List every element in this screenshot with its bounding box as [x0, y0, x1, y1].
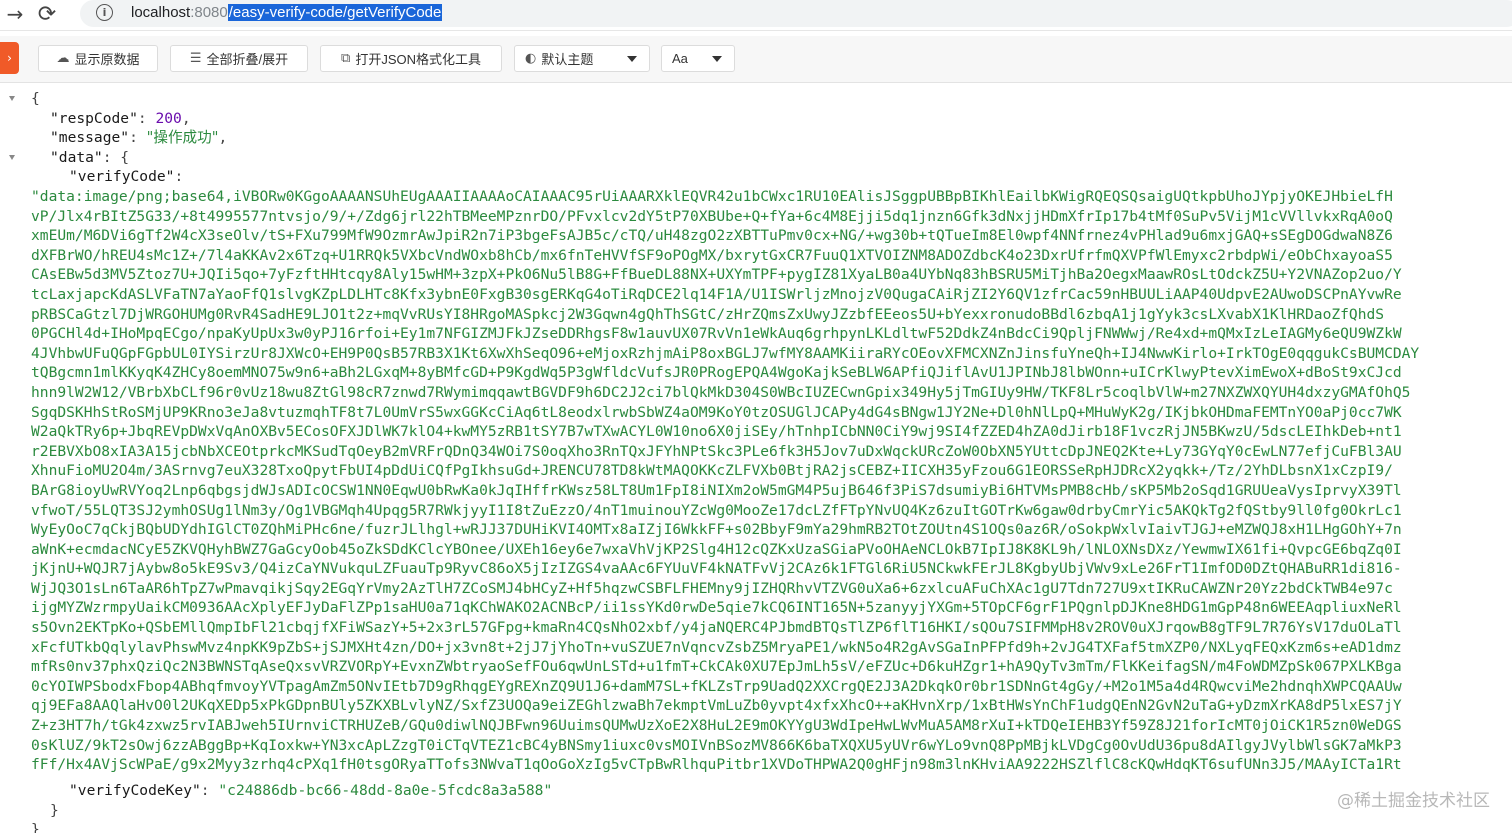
palette-icon: ◐ [525, 51, 537, 66]
base64-line: r2EBVXbO8xIA3A15jcbNbXCEOtprkcMKSudTqOey… [31, 442, 1402, 460]
json-line-respcode: "respCode": 200, [50, 110, 191, 127]
base64-line: vP/Jlx4rBItZ5G33/+8t4995577ntvsjo/9/+/Zd… [31, 207, 1393, 225]
base64-line: dXFBrWO/hREU4sMc1Z+/7l4aKKAv2x6Tzq+U1RRQ… [31, 246, 1393, 264]
value-verifycode: "data:image/png;base64,iVBORw0KGgoAAAANS… [31, 187, 1512, 794]
open-json-tool-label: 打开JSON格式化工具 [355, 52, 481, 67]
base64-line: mfRs0nv37phxQziQc2N3BWNSTqAseQxsvVRZVORp… [31, 658, 1402, 676]
json-line-verifycode: "verifyCode": [69, 168, 184, 185]
forward-arrow-icon[interactable]: → [2, 2, 28, 26]
base64-line: s5Ovn2EKTpKo+QSbEMllQmpIbFl21cbqjfXFiWSa… [31, 619, 1402, 637]
base64-line: qj9EFa8AAQlaHvO0l2UKqXEDp5xPkGDpnBUly5ZK… [31, 697, 1402, 715]
reload-icon[interactable]: ⟳ [34, 2, 60, 27]
base64-line: pRBSCaGtzl7DjWRGOHUMg0RvR4SadHE9LJO1t2z+… [31, 305, 1385, 323]
base64-line: 0PGCHl4d+IHoMpqECgo/npaKyUpUx3w0yPJ16rfo… [31, 325, 1402, 343]
base64-line: 0cYOIWPSbodxFbop4ABhqfmvoyYVTpagAmZm5ONv… [31, 677, 1402, 695]
base64-line: jKjnU+WQJR7jAybw8o5kE9Sv3/Q4izCaYNVukquL… [31, 560, 1402, 578]
font-size-select[interactable]: Aa [661, 45, 735, 72]
show-raw-button[interactable]: ☁ 显示原数据 [38, 45, 158, 72]
base64-line: hnn9lW2W12/VBrbXbCLf96r0vUz18wu8ZtGl98cR… [31, 383, 1411, 401]
base64-line: ijgMYZWzrmpyUaikCM0936AAcXplyEFJyDaFlZPp… [31, 599, 1402, 617]
value-message: "操作成功" [146, 129, 219, 146]
base64-line: xmEUm/M6DVi6gTf2W4cX3seOlv/tS+FXu799MfW9… [31, 227, 1393, 245]
base64-line: aWnK+ecmdacNCyE5ZKVQHyhBWZ7GaGcyOob45oZk… [31, 540, 1402, 558]
base64-line: 0sKlUZ/9kT2sOwj6zzABggBp+KqIoxkw+YN3xcAp… [31, 736, 1402, 754]
watermark: @稀土掘金技术社区 [1337, 791, 1490, 811]
chevron-down-icon [712, 56, 722, 62]
base64-line: tcLaxjapcKdASLVFaTN7aYaoFfQ1slvgKZpLDLHT… [31, 285, 1402, 303]
url-path-selected: /easy-verify-code/getVerifyCode [227, 4, 443, 21]
json-root-open: { [31, 90, 40, 107]
json-viewer-toolbar: › ☁ 显示原数据 ☰ 全部折叠/展开 ⧉ 打开JSON格式化工具 ◐ 默认主题… [0, 36, 1512, 83]
key-data: "data" [50, 149, 103, 166]
collapse-root-toggle-icon[interactable] [9, 96, 15, 101]
site-info-icon[interactable]: i [96, 4, 113, 21]
base64-line: BArG8ioyUwRVYoq2Lnp6qbgsjdWJsADIcOCSW1NN… [31, 481, 1402, 499]
open-json-tool-button[interactable]: ⧉ 打开JSON格式化工具 [320, 45, 502, 72]
base64-line: CAsEBw5d3MV5Ztoz7U+JQIi5qo+7yFzftHHtcqy8… [31, 266, 1402, 284]
base64-line: xFcfUTkbQqlylavPhswMvz4npKK9pZbS+jSJMXHt… [31, 638, 1402, 656]
json-viewer: { "respCode": 200, "message": "操作成功", "d… [0, 83, 1512, 833]
extension-logo-icon[interactable]: › [0, 42, 19, 74]
base64-line: fFf/Hx4AVjScWPaE/g9x2Myy3zrhq4cPXq1fH0ts… [31, 756, 1402, 774]
base64-line: W2aQkTRy6p+JbqREVpDWxVqAnOXBv5ECosOFXJDl… [31, 423, 1402, 441]
json-line-verifycodekey: "verifyCodeKey": "c24886db-bc66-48dd-8a0… [69, 782, 553, 799]
base64-line: 4JVhbwUFuQGpFGpbUL0IYSirzUr8JXWcO+EH9P0Q… [31, 344, 1420, 362]
value-respcode: 200 [155, 110, 182, 127]
base64-line: "data:image/png;base64,iVBORw0KGgoAAAANS… [31, 188, 1393, 205]
collapse-data-toggle-icon[interactable] [9, 155, 15, 160]
key-verifycodekey: "verifyCodeKey" [69, 782, 201, 799]
url-port: :8080 [190, 4, 228, 21]
url-text[interactable]: localhost:8080/easy-verify-code/getVerif… [131, 3, 443, 23]
base64-line: WjJQ3O1sLn6TaAR6hTpZ7wPmavqikjSqy2EGqYrV… [31, 579, 1393, 597]
json-line-data: "data": { [50, 149, 130, 166]
json-root-close: } [31, 821, 40, 833]
base64-line: Z+z3HT7h/tGk4zxwz5rvIABJweh5IUrnviCTRHUZ… [31, 717, 1402, 735]
key-verifycode: "verifyCode" [69, 168, 175, 185]
base64-line: vfwoT/55LQT3SJ2ymhOSUg1lNm3y/Og1VBGMqh4U… [31, 501, 1402, 519]
base64-line: XhnuFioMU2O4m/3ASrnvg7euX328TxoQpytFbUI4… [31, 462, 1393, 480]
key-message: "message" [50, 129, 130, 146]
fold-lines-icon: ☰ [189, 51, 202, 66]
json-data-close: } [50, 802, 59, 819]
external-window-icon: ⧉ [341, 51, 351, 66]
cloud-icon: ☁ [56, 51, 70, 66]
browser-address-bar: → ⟳ i localhost:8080/easy-verify-code/ge… [0, 0, 1512, 31]
value-verifycodekey: "c24886db-bc66-48dd-8a0e-5fcdc8a3a588" [218, 782, 553, 799]
chevron-down-icon [627, 56, 637, 62]
theme-select-value: 默认主题 [541, 52, 594, 67]
key-respcode: "respCode" [50, 110, 138, 127]
fold-all-button[interactable]: ☰ 全部折叠/展开 [170, 45, 308, 72]
base64-line: SgqDSKHhStRoSMjUP9KRno3eJa8vtuzmqhTF8t7L… [31, 403, 1402, 421]
json-line-message: "message": "操作成功", [50, 129, 228, 146]
fold-all-label: 全部折叠/展开 [206, 52, 289, 67]
font-size-icon: Aa [672, 51, 688, 66]
url-host: localhost [131, 4, 191, 21]
theme-select[interactable]: ◐ 默认主题 [514, 45, 650, 72]
show-raw-label: 显示原数据 [74, 52, 140, 67]
base64-line: WyEyOoC7qCkjBQbUDYdhIGlCT0ZQhMiPHc6ne/fu… [31, 521, 1402, 539]
base64-line: tQBgcmn1mlKKyqK4ZHCy8oemMNO75w9n6+aBh2LG… [31, 364, 1402, 382]
